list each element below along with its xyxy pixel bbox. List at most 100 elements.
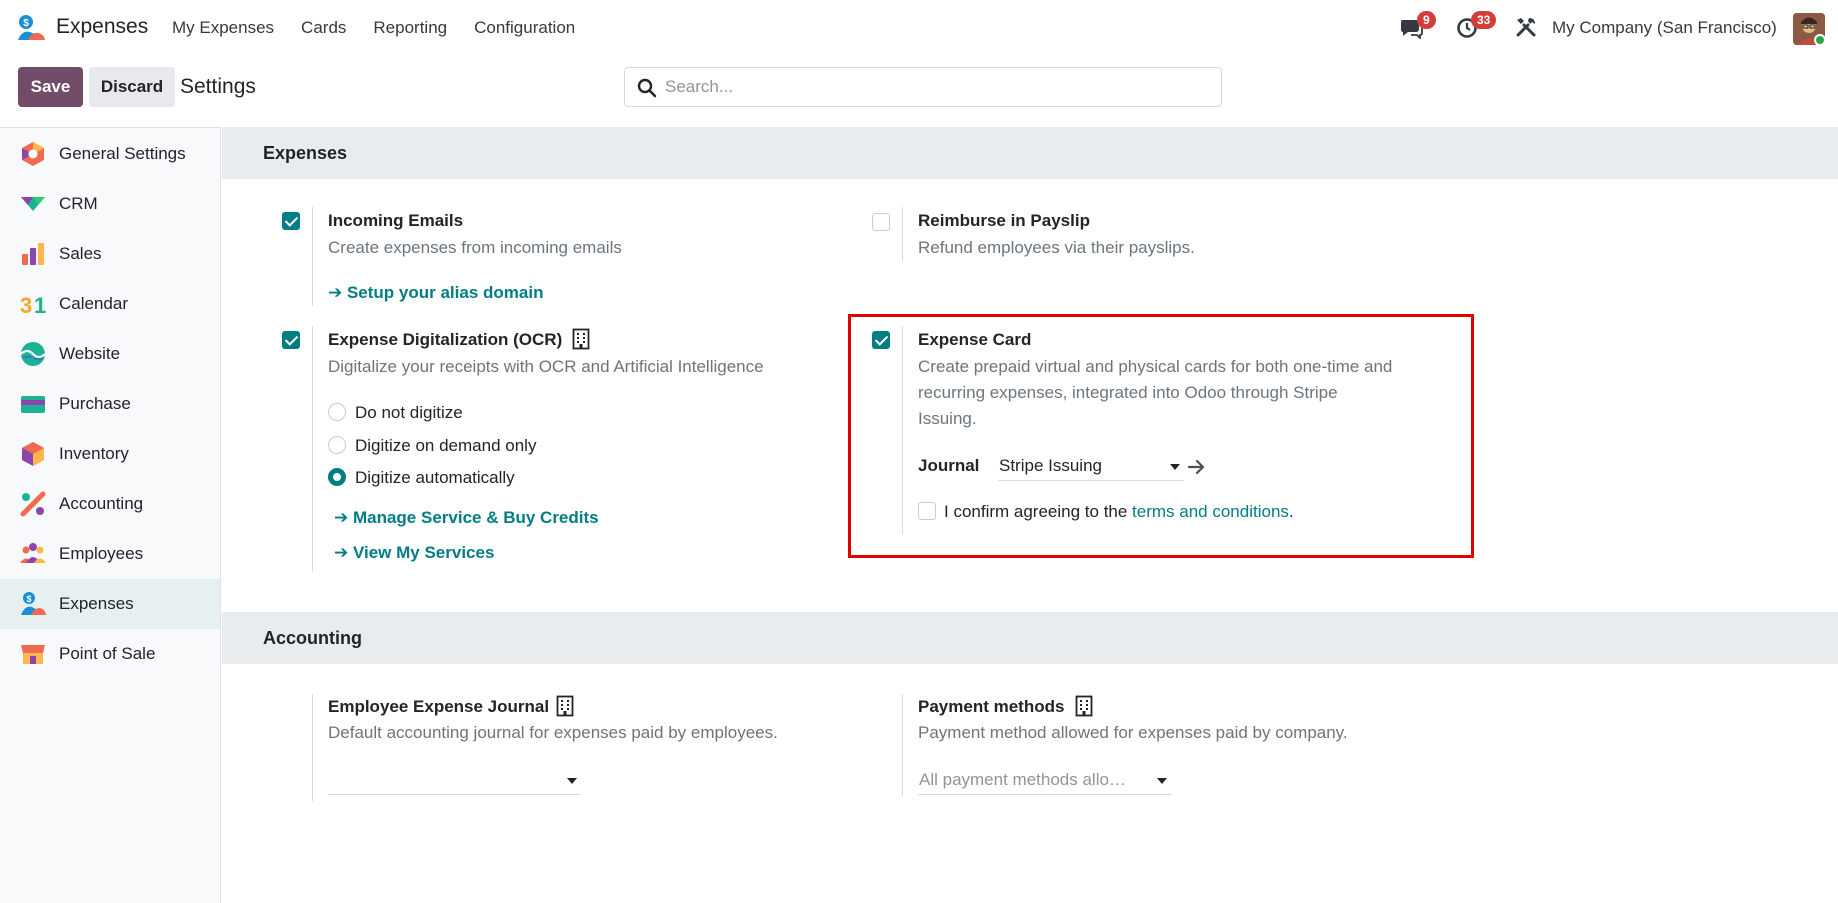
setting-divider	[312, 694, 313, 801]
sidebar-item-employees[interactable]: Employees	[0, 529, 220, 579]
company-building-icon	[556, 695, 574, 717]
expense-card-desc-line-3: Issuing.	[918, 409, 977, 428]
sidebar-item-website[interactable]: Website	[0, 329, 220, 379]
menu-cards[interactable]: Cards	[301, 18, 346, 38]
reimburse-payslip-title: Reimburse in Payslip	[918, 211, 1090, 230]
inventory-icon	[22, 442, 44, 466]
sidebar-item-label: Purchase	[59, 394, 131, 413]
expenses-app-icon[interactable]: $	[16, 14, 46, 42]
search-bar[interactable]	[624, 67, 1222, 107]
radio-digitize-on-demand[interactable]	[328, 436, 346, 454]
top-menu: My Expenses Cards Reporting Configuratio…	[172, 18, 602, 38]
sidebar-item-label: Accounting	[59, 494, 144, 513]
svg-text:$: $	[23, 18, 29, 29]
confirm-prefix: I confirm agreeing to the	[944, 502, 1133, 521]
incoming-emails-title: Incoming Emails	[328, 211, 464, 230]
payment-methods-placeholder: All payment methods allo…	[919, 770, 1126, 789]
sidebar-item-label: Point of Sale	[59, 644, 156, 663]
sidebar-item-expenses[interactable]: $ Expenses	[0, 579, 220, 629]
employee-expense-journal-desc: Default accounting journal for expenses …	[328, 723, 778, 742]
page-title: Settings	[180, 75, 256, 98]
sidebar-item-inventory[interactable]: Inventory	[0, 429, 220, 479]
sidebar-item-sales[interactable]: Sales	[0, 229, 220, 279]
reimburse-payslip-desc: Refund employees via their payslips.	[918, 238, 1195, 257]
chevron-down-icon	[567, 778, 577, 784]
radio-label[interactable]: Do not digitize	[355, 403, 463, 423]
setting-divider	[312, 326, 313, 572]
ocr-checkbox[interactable]	[282, 331, 300, 349]
expense-card-checkbox[interactable]	[872, 331, 890, 349]
employees-icon	[20, 543, 46, 563]
sidebar-item-crm[interactable]: CRM	[0, 179, 220, 229]
settings-sidebar: General Settings CRM Sales 3 1 Calendar …	[0, 127, 221, 903]
sidebar-item-label: Expenses	[59, 594, 134, 613]
radio-label[interactable]: Digitize on demand only	[355, 436, 536, 456]
company-building-icon	[572, 328, 590, 350]
save-button[interactable]: Save	[18, 67, 83, 107]
section-title: Expenses	[263, 143, 348, 163]
section-header-expenses: Expenses	[222, 127, 1838, 179]
manage-service-credits-link[interactable]: ➔ Manage Service & Buy Credits	[334, 508, 599, 528]
menu-my-expenses[interactable]: My Expenses	[172, 18, 274, 38]
app-name[interactable]: Expenses	[56, 15, 148, 39]
activity-count-badge: 33	[1471, 11, 1497, 29]
terms-and-conditions-link[interactable]: terms and conditions	[1132, 502, 1289, 521]
debug-tools-icon[interactable]	[1515, 16, 1537, 38]
crm-icon	[21, 197, 45, 211]
section-title: Accounting	[263, 628, 362, 648]
menu-configuration[interactable]: Configuration	[474, 18, 575, 38]
search-icon	[637, 78, 657, 98]
radio-do-not-digitize[interactable]	[328, 403, 346, 421]
sidebar-item-calendar[interactable]: 3 1 Calendar	[0, 279, 220, 329]
incoming-emails-checkbox[interactable]	[282, 212, 300, 230]
payment-methods-desc: Payment method allowed for expenses paid…	[918, 723, 1348, 742]
purchase-icon	[21, 396, 45, 413]
sidebar-item-label: CRM	[59, 194, 98, 213]
top-navbar: $ Expenses My Expenses Cards Reporting C…	[0, 0, 1838, 56]
view-my-services-link[interactable]: ➔ View My Services	[334, 543, 494, 563]
journal-select[interactable]: Stripe Issuing	[998, 451, 1184, 481]
chevron-down-icon	[1157, 778, 1167, 784]
expense-card-title: Expense Card	[918, 330, 1032, 349]
employee-expense-journal-title: Employee Expense Journal	[328, 697, 550, 716]
setting-divider	[902, 326, 903, 534]
setting-divider	[902, 694, 903, 796]
discard-button[interactable]: Discard	[89, 67, 175, 107]
menu-reporting[interactable]: Reporting	[373, 18, 447, 38]
sidebar-item-label: Employees	[59, 544, 144, 563]
setting-divider	[312, 207, 313, 306]
sidebar-item-label: Calendar	[59, 294, 128, 313]
confirm-terms-checkbox[interactable]	[918, 502, 936, 520]
svg-text:1: 1	[34, 293, 46, 317]
journal-label: Journal	[918, 456, 980, 475]
employee-expense-journal-select[interactable]	[328, 765, 581, 795]
ocr-title: Expense Digitalization (OCR)	[328, 330, 563, 349]
sidebar-item-label: Inventory	[59, 444, 129, 463]
sidebar-item-accounting[interactable]: Accounting	[0, 479, 220, 529]
incoming-emails-desc: Create expenses from incoming emails	[328, 238, 622, 257]
accounting-icon	[20, 491, 46, 517]
general-settings-icon	[22, 142, 44, 166]
company-building-icon	[1075, 695, 1093, 717]
confirm-terms-text: I confirm agreeing to the terms and cond…	[944, 502, 1294, 522]
sales-icon	[22, 243, 44, 265]
search-input[interactable]	[665, 74, 1205, 100]
svg-text:$: $	[26, 594, 31, 604]
sidebar-item-point-of-sale[interactable]: Point of Sale	[0, 629, 220, 679]
confirm-suffix: .	[1288, 502, 1294, 521]
sidebar-item-general-settings[interactable]: General Settings	[0, 129, 220, 179]
radio-digitize-automatically[interactable]	[328, 468, 346, 486]
website-icon	[20, 342, 46, 366]
expense-card-desc-line-2: recurring expenses, integrated into Odoo…	[918, 383, 1338, 402]
setup-alias-domain-link[interactable]: ➔ Setup your alias domain	[328, 283, 543, 303]
reimburse-payslip-checkbox[interactable]	[872, 213, 890, 231]
company-switcher[interactable]: My Company (San Francisco)	[1552, 18, 1777, 38]
radio-label[interactable]: Digitize automatically	[355, 468, 515, 488]
internal-link-arrow-icon[interactable]	[1188, 459, 1206, 475]
chevron-down-icon	[1170, 464, 1180, 470]
journal-value: Stripe Issuing	[999, 456, 1102, 475]
sidebar-item-purchase[interactable]: Purchase	[0, 379, 220, 429]
payment-methods-select[interactable]: All payment methods allo…	[918, 765, 1171, 795]
expense-card-desc-line-1: Create prepaid virtual and physical card…	[918, 357, 1393, 376]
setting-divider	[902, 207, 903, 261]
